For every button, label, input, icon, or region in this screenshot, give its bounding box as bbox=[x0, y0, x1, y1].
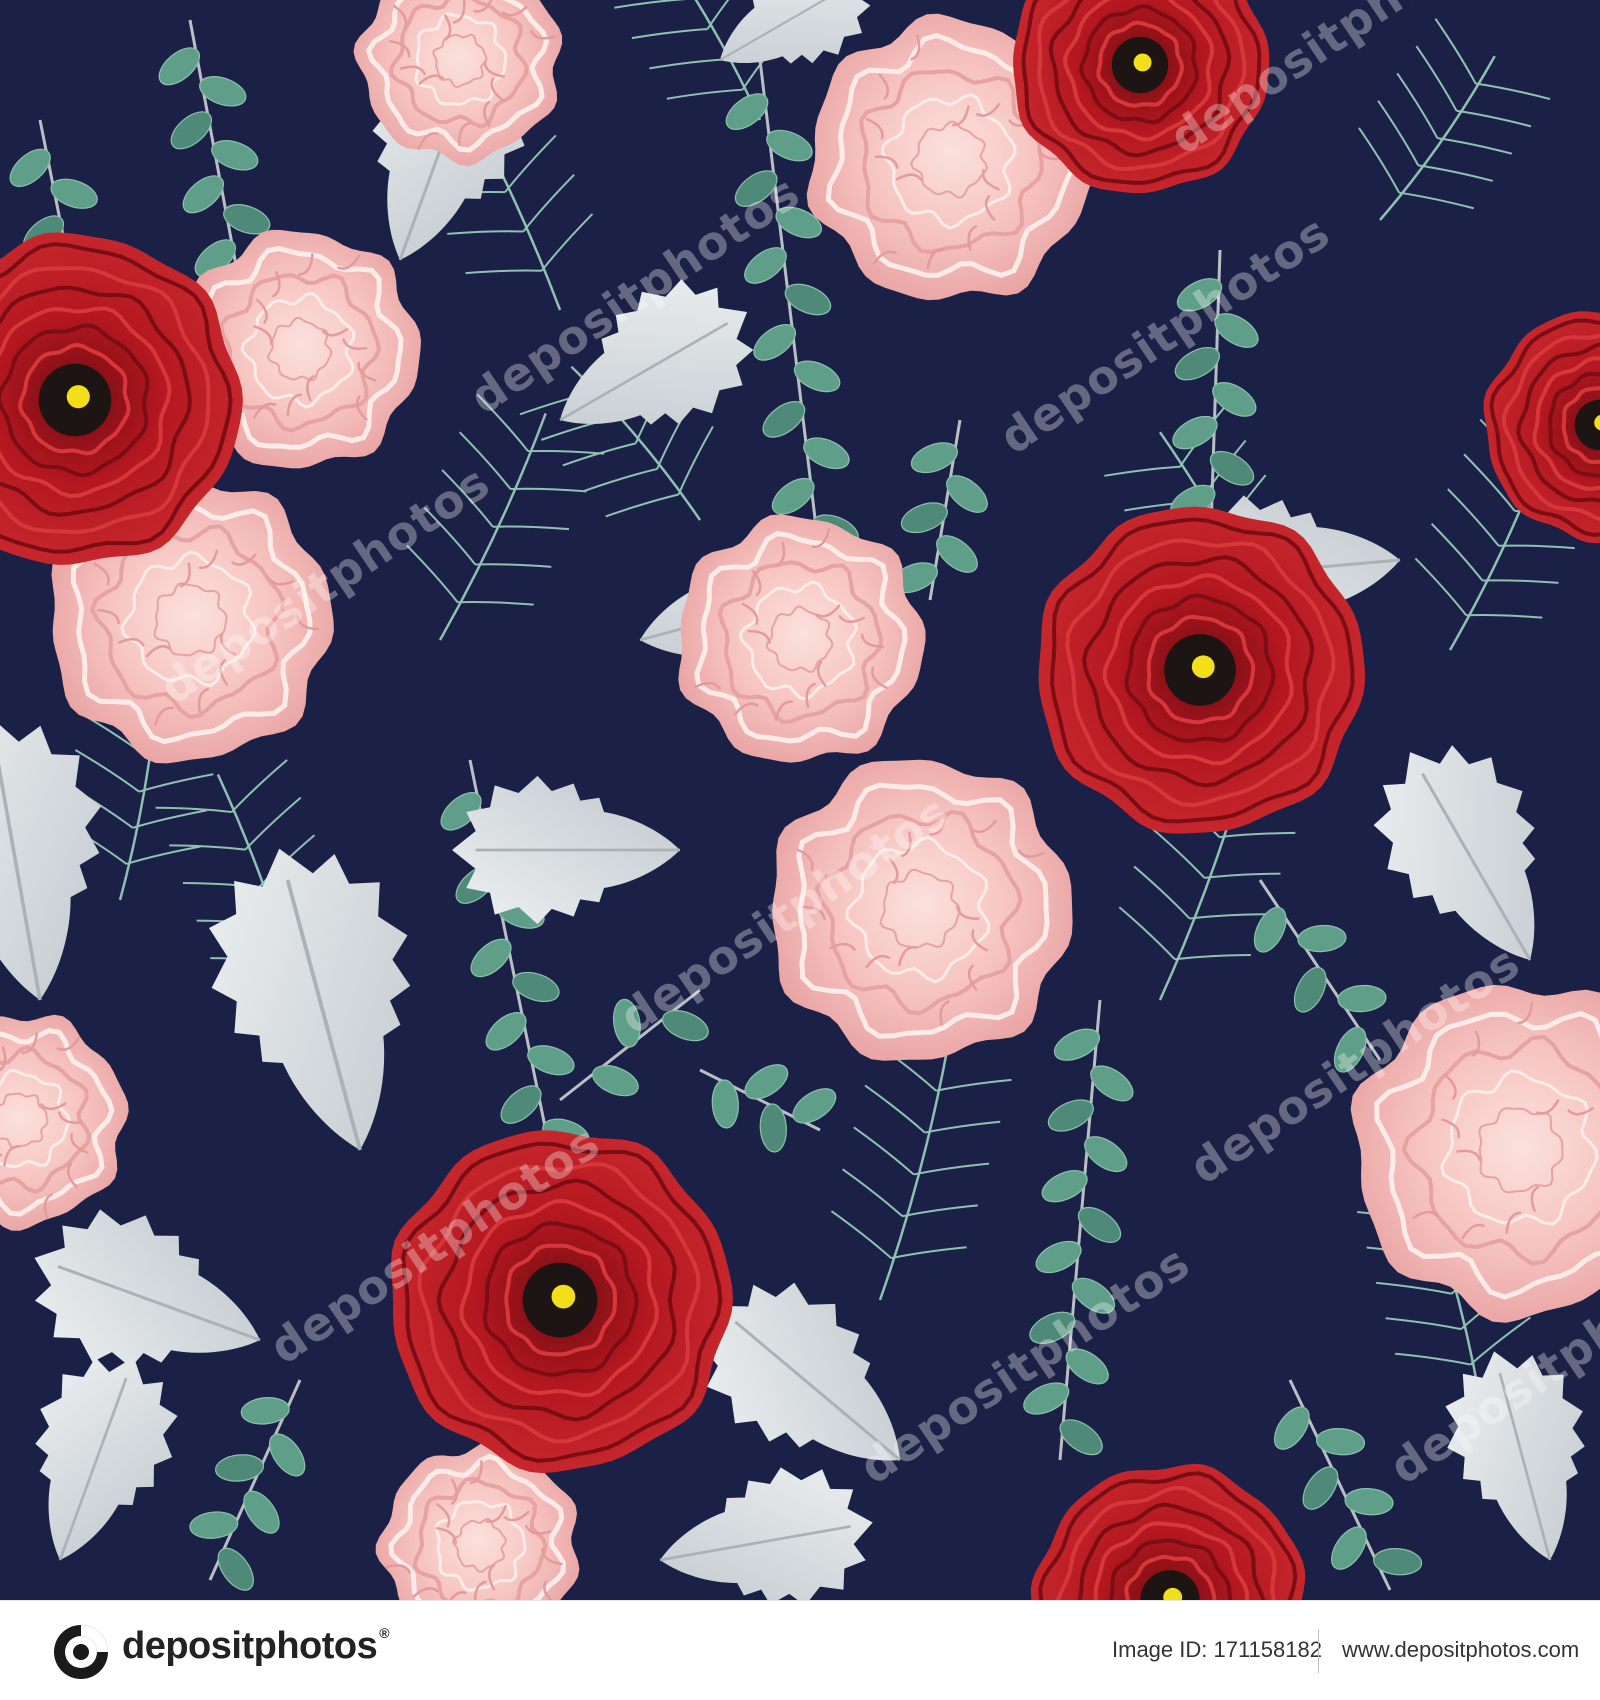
flower-stamen bbox=[551, 1284, 576, 1309]
pattern-canvas bbox=[0, 0, 1600, 1600]
floral-pattern-image: depositphotos depositphotos depositphotos d… bbox=[0, 0, 1600, 1600]
website-label: www.depositphotos.com bbox=[1342, 1637, 1580, 1662]
flower-stamen bbox=[1191, 655, 1215, 679]
footer-separator bbox=[1318, 1629, 1319, 1673]
image-id-label: Image ID: 171158182 bbox=[1112, 1637, 1322, 1662]
flower-stamen bbox=[66, 385, 90, 409]
brand-name: depositphotos ® bbox=[122, 1625, 390, 1667]
stock-footer: depositphotos ® Image ID: 171158182 www.d… bbox=[0, 1600, 1600, 1700]
flower-stamen bbox=[1133, 53, 1152, 72]
depositphotos-logo-icon bbox=[54, 1625, 108, 1679]
